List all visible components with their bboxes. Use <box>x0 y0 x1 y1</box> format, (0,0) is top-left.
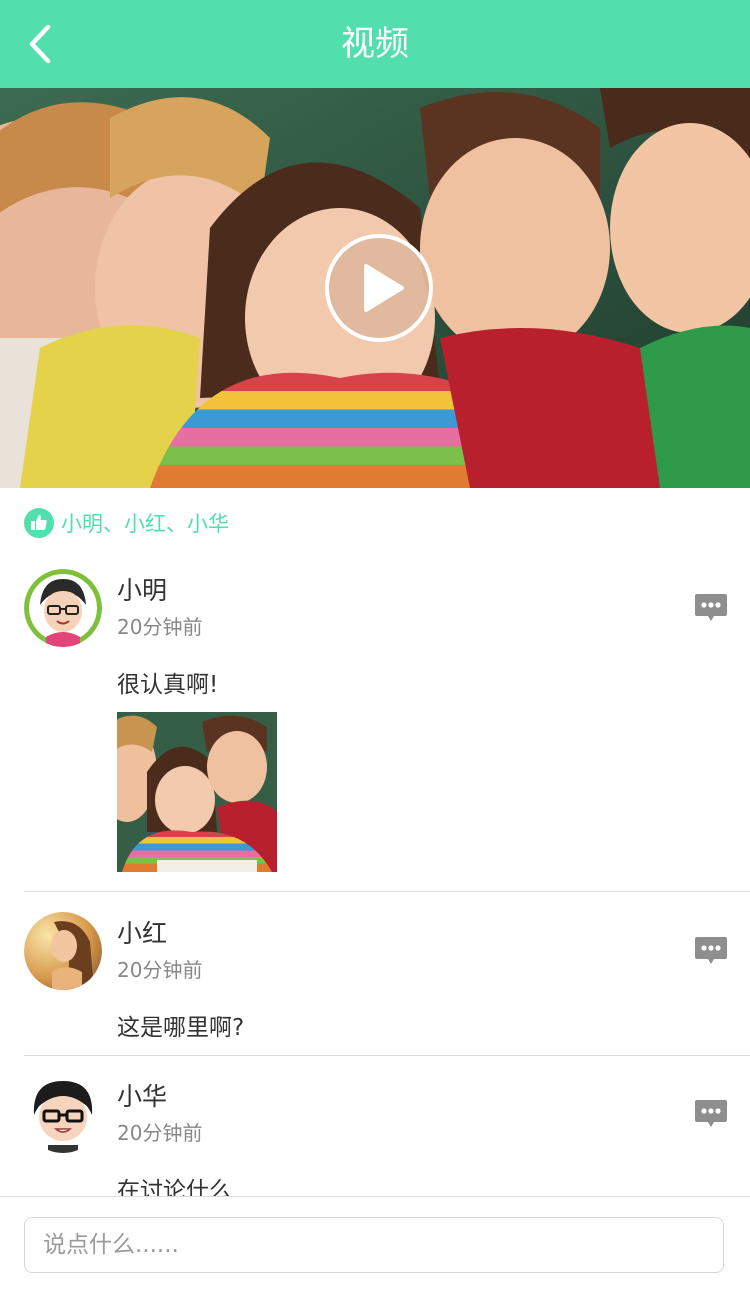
comment-bubble-icon <box>695 1100 727 1127</box>
reply-button[interactable] <box>694 936 728 966</box>
comment-time: 20分钟前 <box>117 958 203 982</box>
page-title: 视频 <box>341 24 409 64</box>
comment-time: 20分钟前 <box>117 1121 203 1145</box>
reply-button[interactable] <box>694 1099 728 1129</box>
comment-text: 在讨论什么 <box>117 1178 232 1196</box>
divider <box>24 1055 750 1056</box>
avatar[interactable] <box>24 912 102 990</box>
comment-input-bar <box>0 1196 750 1295</box>
play-icon <box>325 234 433 342</box>
liked-by-names: 小明、小红、小华 <box>61 512 229 536</box>
comment-item: 小华 20分钟前 在讨论什么 <box>0 1075 750 1196</box>
comment-text: 这是哪里啊? <box>117 1015 245 1041</box>
thumbs-up-icon[interactable] <box>24 508 54 538</box>
comment-author: 小明 <box>117 576 168 605</box>
comment-image[interactable] <box>117 712 277 872</box>
back-button[interactable] <box>14 18 66 70</box>
play-button[interactable] <box>324 233 434 343</box>
reply-button[interactable] <box>694 593 728 623</box>
comment-input[interactable] <box>24 1217 724 1273</box>
comment-text: 很认真啊! <box>117 672 219 698</box>
chevron-left-icon <box>29 24 51 64</box>
top-bar: 视频 <box>0 0 750 88</box>
comment-author: 小红 <box>117 919 168 948</box>
comment-bubble-icon <box>695 937 727 964</box>
avatar[interactable] <box>24 1075 102 1153</box>
avatar[interactable] <box>24 569 102 647</box>
comment-time: 20分钟前 <box>117 615 203 639</box>
likes-row: 小明、小红、小华 <box>24 508 229 538</box>
comment-author: 小华 <box>117 1082 168 1111</box>
video-player[interactable] <box>0 88 750 488</box>
comment-bubble-icon <box>695 594 727 621</box>
divider <box>24 891 750 892</box>
comment-item: 小明 20分钟前 很认真啊! <box>0 569 750 891</box>
comment-item: 小红 20分钟前 这是哪里啊? <box>0 912 750 1055</box>
